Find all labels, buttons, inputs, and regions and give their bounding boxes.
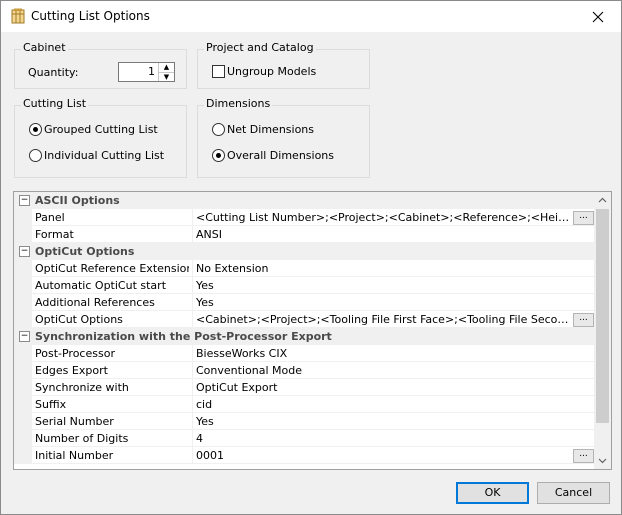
collapse-icon[interactable]: −	[19, 331, 30, 342]
grouped-cutting-list-radio[interactable]	[29, 123, 42, 136]
window-title: Cutting List Options	[31, 9, 150, 23]
cabinet-group-title: Cabinet	[21, 41, 68, 54]
scroll-up-icon[interactable]	[594, 192, 611, 208]
property-name: Initial Number	[35, 449, 114, 462]
property-grid: − ASCII Options Panel <Cutting List Numb…	[13, 191, 612, 470]
project-group-title: Project and Catalog	[204, 41, 316, 54]
stepper-down-icon[interactable]: ▼	[159, 73, 174, 82]
property-row[interactable]: Suffix cid	[14, 396, 594, 413]
property-row[interactable]: Panel <Cutting List Number>;<Project>;<C…	[14, 209, 594, 226]
vertical-scrollbar[interactable]	[594, 192, 611, 469]
stepper-up-icon[interactable]: ▲	[159, 63, 174, 73]
property-name: OptiCut Reference Extension	[35, 262, 189, 275]
property-value[interactable]: Yes	[196, 296, 572, 309]
property-name: Serial Number	[35, 415, 114, 428]
quantity-stepper[interactable]: 1 ▲ ▼	[118, 62, 175, 82]
property-row[interactable]: Edges Export Conventional Mode	[14, 362, 594, 379]
property-value[interactable]: OptiCut Export	[196, 381, 572, 394]
property-name: Post-Processor	[35, 347, 115, 360]
category-label: ASCII Options	[35, 194, 120, 207]
net-dimensions-label[interactable]: Net Dimensions	[227, 123, 314, 136]
individual-cutting-list-label[interactable]: Individual Cutting List	[44, 149, 164, 162]
property-value[interactable]: 4	[196, 432, 572, 445]
overall-dimensions-radio[interactable]	[212, 149, 225, 162]
property-name: Panel	[35, 211, 65, 224]
collapse-icon[interactable]: −	[19, 195, 30, 206]
property-value[interactable]: ANSI	[196, 228, 572, 241]
net-dimensions-radio[interactable]	[212, 123, 225, 136]
property-value[interactable]: <Cabinet>;<Project>;<Tooling File First …	[196, 313, 572, 326]
property-value[interactable]: cid	[196, 398, 572, 411]
property-row[interactable]: Synchronize with OptiCut Export	[14, 379, 594, 396]
overall-dimensions-label[interactable]: Overall Dimensions	[227, 149, 334, 162]
property-row[interactable]: Additional References Yes	[14, 294, 594, 311]
cutting-list-group: Cutting List	[14, 97, 187, 178]
dialog-window: Cutting List Options Cabinet Quantity: 1…	[0, 0, 622, 515]
individual-cutting-list-radio[interactable]	[29, 149, 42, 162]
property-value[interactable]: 0001	[196, 449, 572, 462]
scrollbar-thumb[interactable]	[596, 209, 609, 423]
quantity-value[interactable]: 1	[119, 65, 155, 78]
category-opticut-options[interactable]: − OptiCut Options	[14, 243, 594, 260]
ellipsis-button[interactable]: ...	[573, 449, 594, 463]
collapse-icon[interactable]: −	[19, 246, 30, 257]
property-name: OptiCut Options	[35, 313, 123, 326]
category-ascii-options[interactable]: − ASCII Options	[14, 192, 594, 209]
category-label: OptiCut Options	[35, 245, 135, 258]
property-name: Edges Export	[35, 364, 108, 377]
property-row[interactable]: Format ANSI	[14, 226, 594, 243]
dimensions-group: Dimensions	[197, 97, 370, 178]
property-row[interactable]: Post-Processor BiesseWorks CIX	[14, 345, 594, 362]
property-name: Format	[35, 228, 74, 241]
dimensions-group-title: Dimensions	[204, 97, 273, 110]
ok-button[interactable]: OK	[456, 482, 529, 504]
ellipsis-button[interactable]: ...	[573, 211, 594, 225]
property-value[interactable]: No Extension	[196, 262, 572, 275]
ellipsis-button[interactable]: ...	[573, 313, 594, 327]
property-name: Additional References	[35, 296, 155, 309]
quantity-label: Quantity:	[28, 66, 79, 79]
ungroup-models-checkbox[interactable]	[212, 65, 225, 78]
close-icon	[592, 11, 604, 22]
property-name: Synchronize with	[35, 381, 129, 394]
property-value[interactable]: Yes	[196, 415, 572, 428]
title-bar: Cutting List Options	[1, 1, 621, 32]
property-name: Suffix	[35, 398, 67, 411]
property-name: Number of Digits	[35, 432, 129, 445]
cancel-button[interactable]: Cancel	[537, 482, 610, 504]
property-value[interactable]: Conventional Mode	[196, 364, 572, 377]
property-row[interactable]: OptiCut Options <Cabinet>;<Project>;<Too…	[14, 311, 594, 328]
grouped-cutting-list-label[interactable]: Grouped Cutting List	[44, 123, 158, 136]
property-row[interactable]: Automatic OptiCut start Yes	[14, 277, 594, 294]
property-row[interactable]: Serial Number Yes	[14, 413, 594, 430]
cutting-list-icon	[10, 8, 26, 24]
property-row[interactable]: Initial Number 0001 ...	[14, 447, 594, 464]
ungroup-models-label[interactable]: Ungroup Models	[227, 65, 316, 78]
property-value[interactable]: <Cutting List Number>;<Project>;<Cabinet…	[196, 211, 572, 224]
property-row[interactable]: OptiCut Reference Extension No Extension	[14, 260, 594, 277]
property-value[interactable]: BiesseWorks CIX	[196, 347, 572, 360]
property-name: Automatic OptiCut start	[35, 279, 167, 292]
property-value[interactable]: Yes	[196, 279, 572, 292]
category-synchronization[interactable]: − Synchronization with the Post-Processo…	[14, 328, 594, 345]
category-label: Synchronization with the Post-Processor …	[35, 330, 332, 343]
property-row[interactable]: Number of Digits 4	[14, 430, 594, 447]
cutting-list-group-title: Cutting List	[21, 97, 89, 110]
scroll-down-icon[interactable]	[594, 453, 611, 469]
close-button[interactable]	[575, 1, 621, 32]
